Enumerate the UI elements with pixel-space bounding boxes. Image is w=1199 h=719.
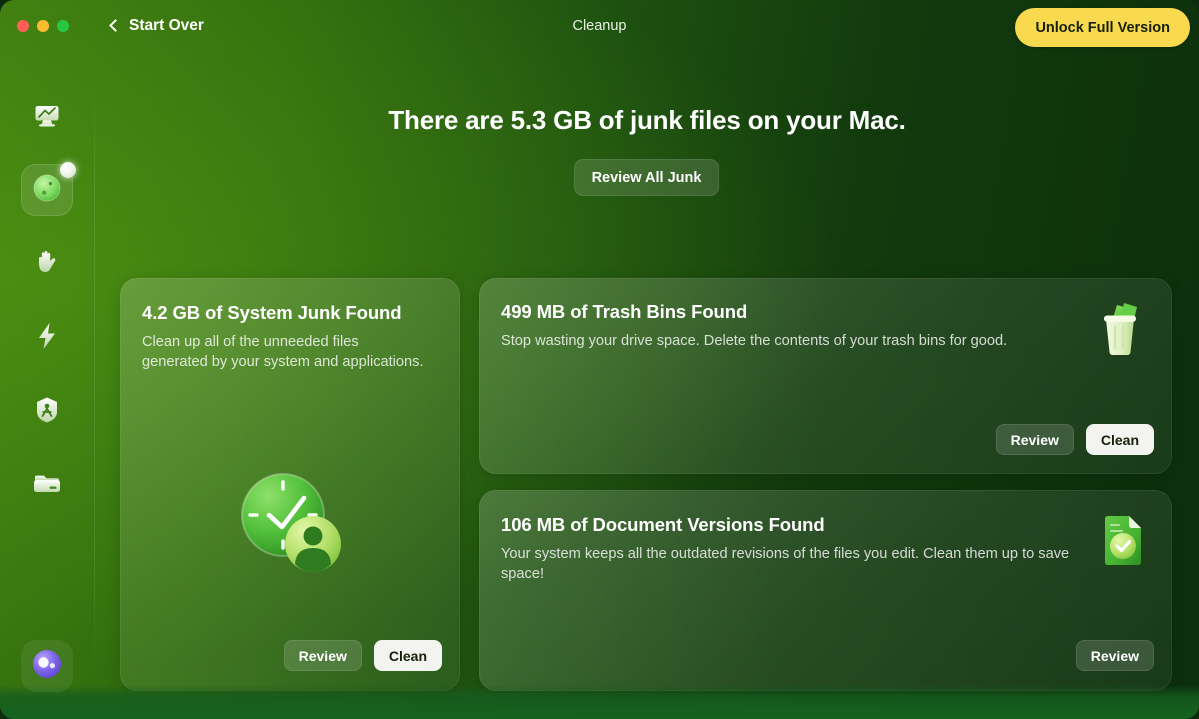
sidebar-item-performance[interactable] bbox=[21, 312, 73, 364]
lightning-performance-icon bbox=[34, 320, 60, 357]
sidebar-avatar[interactable] bbox=[21, 640, 73, 692]
page-title: There are 5.3 GB of junk files on your M… bbox=[388, 105, 906, 135]
unlock-full-version-button[interactable]: Unlock Full Version bbox=[1015, 8, 1190, 47]
card-trash-bins: 499 MB of Trash Bins Found Stop wasting … bbox=[479, 278, 1172, 474]
window-title-label: Cleanup bbox=[572, 18, 627, 34]
card-actions: Review Clean bbox=[995, 424, 1154, 455]
close-button[interactable] bbox=[17, 20, 29, 32]
card-actions: Review Clean bbox=[283, 640, 442, 671]
card-title: 4.2 GB of System Junk Found bbox=[142, 302, 402, 323]
card-title: 499 MB of Trash Bins Found bbox=[501, 301, 748, 322]
trash-bin-icon bbox=[1093, 301, 1147, 362]
clean-button[interactable]: Clean bbox=[373, 640, 442, 671]
card-document-versions: 106 MB of Document Versions Found Your s… bbox=[479, 490, 1172, 691]
minimize-button[interactable] bbox=[37, 20, 49, 32]
clean-button[interactable]: Clean bbox=[1085, 424, 1154, 455]
sidebar-item-smart-scan[interactable] bbox=[21, 92, 73, 144]
card-title: 106 MB of Document Versions Found bbox=[501, 514, 825, 535]
clock-user-icon bbox=[236, 468, 344, 581]
start-over-label: Start Over bbox=[129, 17, 204, 34]
sidebar bbox=[0, 52, 95, 719]
card-description: Stop wasting your drive space. Delete th… bbox=[501, 333, 1008, 349]
review-all-junk-button[interactable]: Review All Junk bbox=[573, 159, 720, 196]
sidebar-item-my-clutter[interactable] bbox=[21, 460, 73, 512]
sidebar-item-applications[interactable] bbox=[21, 386, 73, 438]
sidebar-item-cleanup[interactable] bbox=[21, 162, 76, 216]
chevron-left-icon bbox=[109, 19, 122, 32]
card-system-junk: 4.2 GB of System Junk Found Clean up all… bbox=[120, 278, 460, 691]
start-over-button[interactable]: Start Over bbox=[109, 17, 204, 35]
cleanup-icon bbox=[32, 173, 62, 208]
account-avatar-icon bbox=[31, 648, 63, 685]
notification-badge-dot bbox=[60, 162, 76, 178]
monitor-scan-icon bbox=[30, 99, 64, 138]
card-description: Clean up all of the unneeded files gener… bbox=[142, 334, 424, 370]
zoom-button[interactable] bbox=[57, 20, 69, 32]
sidebar-item-protection[interactable] bbox=[21, 238, 73, 290]
review-button[interactable]: Review bbox=[283, 640, 362, 671]
card-description: Your system keeps all the outdated revis… bbox=[501, 546, 1070, 582]
review-button[interactable]: Review bbox=[1075, 640, 1154, 671]
app-window: Start Over Cleanup Unlock Full Version T… bbox=[0, 0, 1199, 719]
hand-protection-icon bbox=[32, 246, 62, 283]
traffic-light-group bbox=[17, 20, 69, 32]
review-button[interactable]: Review bbox=[995, 424, 1074, 455]
shield-applications-icon bbox=[32, 394, 62, 431]
card-actions: Review bbox=[1075, 640, 1154, 671]
document-check-icon bbox=[1099, 514, 1145, 573]
title-bar: Start Over Cleanup Unlock Full Version bbox=[0, 0, 1199, 52]
drawer-files-icon bbox=[31, 469, 63, 504]
